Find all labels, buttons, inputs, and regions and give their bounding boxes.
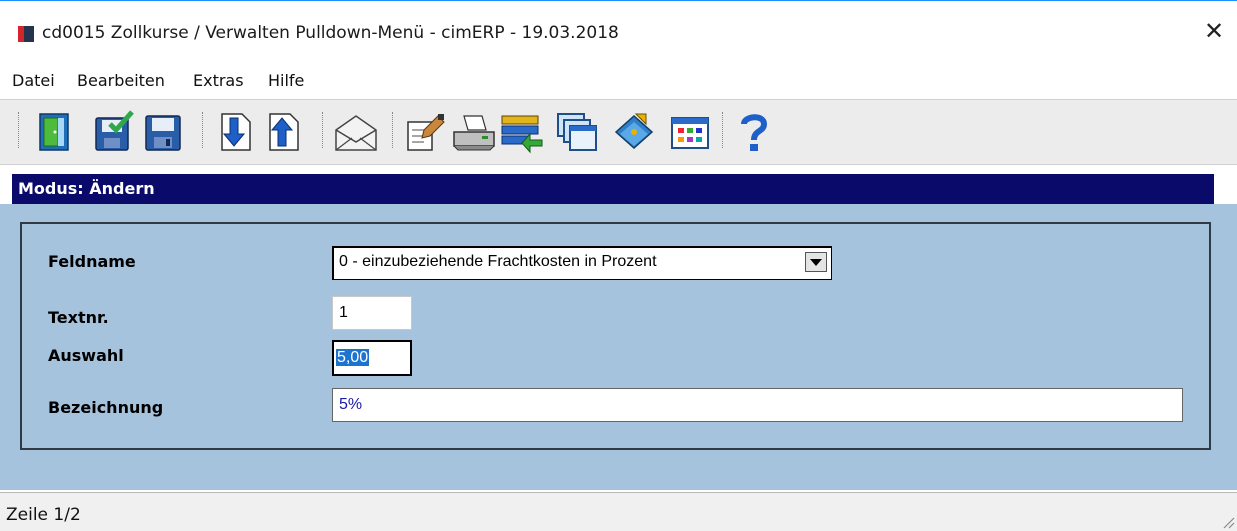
save-check-icon (95, 110, 134, 151)
toolbar-separator (392, 112, 396, 148)
toolbar-separator (322, 112, 326, 148)
bezeichnung-input[interactable]: 5% (332, 388, 1183, 422)
windows-button[interactable] (556, 110, 600, 154)
menu-bearbeiten[interactable]: Bearbeiten (77, 71, 165, 90)
bezeichnung-value: 5% (339, 396, 363, 413)
print-button[interactable] (452, 110, 496, 154)
feldname-value: 0 - einzubeziehende Frachtkosten in Proz… (339, 253, 657, 270)
windows-icon (557, 113, 597, 151)
exit-door-icon (39, 113, 69, 151)
toolbar-separator (18, 112, 22, 148)
arrow-up-page-icon (269, 113, 299, 151)
next-record-button[interactable] (214, 110, 258, 154)
textnr-value: 1 (339, 304, 348, 321)
auswahl-value: 5,00 (336, 349, 370, 366)
exit-button[interactable] (32, 110, 76, 154)
book-icon (614, 113, 654, 150)
save-close-button[interactable] (92, 110, 136, 154)
arrow-down-page-icon (221, 113, 251, 151)
printer-icon (453, 115, 495, 151)
title-bar[interactable]: cd0015 Zollkurse / Verwalten Pulldown-Me… (0, 1, 1237, 61)
edit-button[interactable] (404, 110, 448, 154)
save-icon (145, 115, 181, 151)
close-icon: ✕ (1203, 17, 1225, 45)
menu-datei[interactable]: Datei (12, 71, 55, 90)
envelope-icon (335, 115, 377, 151)
menu-hilfe[interactable]: Hilfe (268, 71, 304, 90)
bezeichnung-label: Bezeichnung (48, 398, 164, 417)
save-button[interactable] (142, 110, 186, 154)
feldname-select[interactable]: 0 - einzubeziehende Frachtkosten in Proz… (332, 246, 832, 280)
calculator-button[interactable] (668, 110, 712, 154)
auswahl-label: Auswahl (48, 346, 124, 365)
mode-label: Modus: Ändern (18, 179, 155, 198)
feldname-label: Feldname (48, 252, 136, 271)
textnr-input[interactable]: 1 (332, 296, 412, 330)
toolbar-separator (202, 112, 206, 148)
status-text: Zeile 1/2 (6, 505, 81, 525)
status-bar: Zeile 1/2 (0, 492, 1237, 531)
transfer-list-icon (501, 115, 543, 154)
menu-bar: Datei Bearbeiten Extras Hilfe (0, 62, 1237, 98)
previous-record-button[interactable] (262, 110, 306, 154)
edit-document-icon (407, 114, 445, 151)
help-icon (741, 114, 768, 151)
transfer-button[interactable] (500, 110, 544, 154)
app-icon (18, 26, 34, 42)
help-button[interactable] (732, 110, 776, 154)
textnr-label: Textnr. (48, 308, 109, 327)
email-button[interactable] (334, 110, 378, 154)
calculator-icon (671, 117, 709, 149)
book-button[interactable] (612, 110, 656, 154)
window-title: cd0015 Zollkurse / Verwalten Pulldown-Me… (42, 23, 619, 43)
dropdown-button[interactable] (805, 252, 827, 272)
chevron-down-icon (810, 258, 822, 266)
toolbar-separator (722, 112, 726, 148)
toolbar (0, 99, 1237, 165)
menu-extras[interactable]: Extras (193, 71, 244, 90)
resize-grip-icon[interactable] (1221, 515, 1235, 529)
auswahl-input[interactable]: 5,00 (332, 340, 412, 376)
mode-header: Modus: Ändern (12, 174, 1214, 204)
close-button[interactable]: ✕ (1191, 11, 1237, 51)
